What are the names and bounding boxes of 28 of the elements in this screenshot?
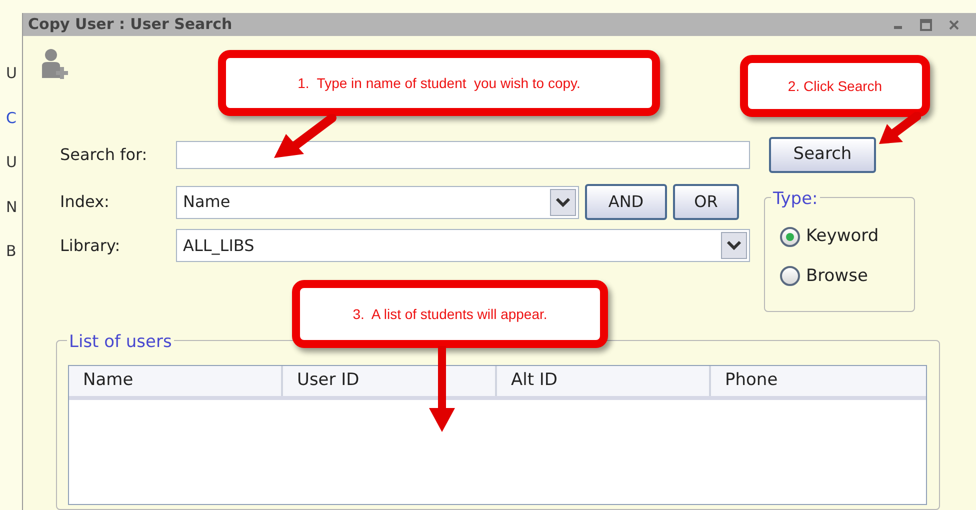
column-header[interactable]: Name [69,366,283,396]
chevron-down-icon [550,188,576,216]
library-dropdown[interactable]: ALL_LIBS [176,229,750,262]
background-text: U [6,152,18,173]
background-text: B [6,241,18,262]
field-label: Search for: [60,144,148,166]
radio-option[interactable]: Browse [780,264,914,289]
close-icon[interactable] [947,18,961,32]
operator-button[interactable]: AND [585,184,667,220]
column-header[interactable]: Alt ID [497,366,711,396]
radio-option[interactable]: Keyword [780,224,914,250]
column-header[interactable]: User ID [283,366,497,396]
callout-text: 2. Click Search [788,76,882,96]
search-button[interactable]: Search [769,137,876,173]
column-header[interactable]: Phone [711,366,925,396]
callout-text: 1. Type in name of student you wish to copy. [298,74,580,93]
background-text: U [6,63,18,84]
field-label: Library: [60,234,122,256]
arrow-icon [427,346,457,434]
operator-button[interactable]: OR [673,184,739,220]
index-dropdown[interactable]: Name [176,186,579,218]
callout-text: 3. A list of students will appear. [352,304,548,324]
field-label: Index: [60,191,110,213]
chevron-down-icon [721,232,747,259]
maximize-icon[interactable] [919,18,933,32]
background-text: N [6,196,18,218]
window-title: Copy User : User Search [28,14,232,36]
background-text: C [6,108,18,128]
